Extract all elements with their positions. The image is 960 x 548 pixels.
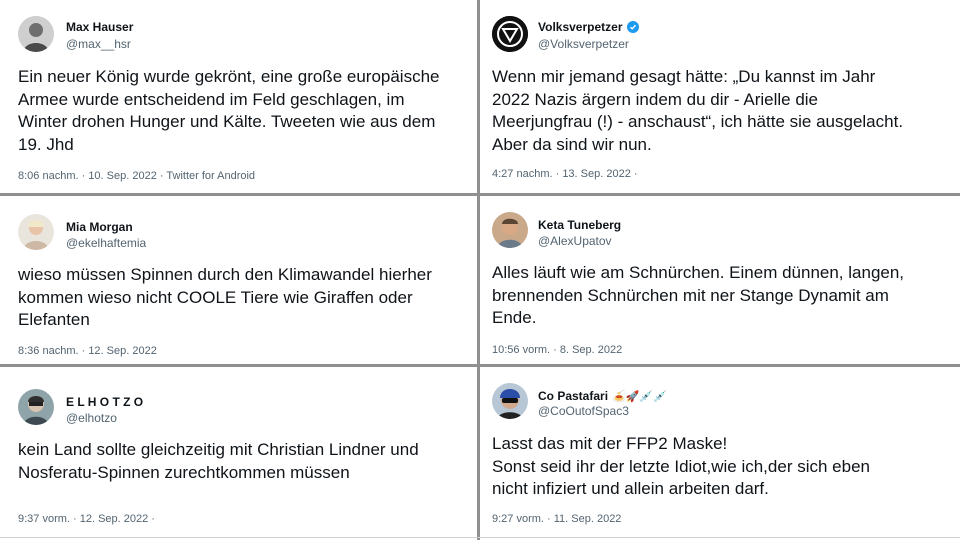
verified-badge-icon	[626, 21, 639, 33]
author-name[interactable]: Max Hauser	[66, 20, 133, 34]
author-name[interactable]: Mia Morgan	[66, 220, 133, 234]
triangle-logo-avatar[interactable]	[492, 16, 528, 52]
tweet-meta[interactable]: 9:27 vorm. · 11. Sep. 2022	[492, 513, 621, 525]
tweet-meta[interactable]: 10:56 vorm. · 8. Sep. 2022	[492, 344, 622, 356]
tweet-meta[interactable]: 8:36 nachm. · 12. Sep. 2022	[18, 345, 157, 357]
column-divider	[477, 0, 480, 540]
avatar[interactable]	[492, 383, 528, 419]
author-handle[interactable]: @Volksverpetzer	[538, 37, 629, 51]
author-handle[interactable]: @CoOutofSpac3	[538, 404, 629, 418]
author-name[interactable]: E L H O T Z O	[66, 395, 143, 409]
tweet-card-keta-tuneberg[interactable]: Keta Tuneberg @AlexUpatov Alles läuft wi…	[480, 196, 960, 364]
author-handle[interactable]: @max__hsr	[66, 37, 131, 51]
avatar[interactable]	[18, 16, 54, 52]
author-handle[interactable]: @AlexUpatov	[538, 234, 612, 248]
tweet-meta[interactable]: 9:37 vorm. · 12. Sep. 2022 ·	[18, 513, 155, 525]
tweet-card-elhotzo[interactable]: E L H O T Z O @elhotzo kein Land sollte …	[0, 367, 477, 537]
tweet-meta[interactable]: 4:27 nachm. · 13. Sep. 2022 ·	[492, 168, 638, 180]
row-divider	[0, 364, 960, 367]
avatar[interactable]	[18, 214, 54, 250]
tweet-card-co-pastafari[interactable]: Co Pastafari 🍝🚀💉💉 @CoOutofSpac3 Lasst da…	[480, 367, 960, 537]
tweet-text: wieso müssen Spinnen durch den Klimawand…	[18, 265, 432, 329]
tweet-card-max-hauser[interactable]: Max Hauser @max__hsr Ein neuer König wur…	[0, 0, 477, 193]
tweet-text: Lasst das mit der FFP2 Maske! Sonst seid…	[492, 434, 870, 498]
tweet-meta[interactable]: 8:06 nachm. · 10. Sep. 2022 · Twitter fo…	[18, 170, 255, 182]
tweet-card-volksverpetzer[interactable]: Volksverpetzer @Volksverpetzer Wenn mir …	[480, 0, 960, 193]
author-name[interactable]: Co Pastafari 🍝🚀💉💉	[538, 389, 667, 403]
tweet-text: Wenn mir jemand gesagt hätte: „Du kannst…	[492, 67, 904, 154]
tweet-card-mia-morgan[interactable]: Mia Morgan @ekelhaftemia wieso müssen Sp…	[0, 196, 477, 364]
avatar[interactable]	[18, 389, 54, 425]
tweet-text: Alles läuft wie am Schnürchen. Einem dün…	[492, 263, 905, 327]
name-emoji: 🍝🚀💉💉	[612, 390, 667, 403]
tweet-text: Ein neuer König wurde gekrönt, eine groß…	[18, 67, 440, 154]
author-handle[interactable]: @ekelhaftemia	[66, 236, 146, 250]
author-name[interactable]: Volksverpetzer	[538, 20, 639, 34]
author-name[interactable]: Keta Tuneberg	[538, 218, 621, 232]
row-divider	[0, 193, 960, 196]
author-handle[interactable]: @elhotzo	[66, 411, 117, 425]
tweet-text: kein Land sollte gleichzeitig mit Christ…	[18, 440, 419, 482]
avatar[interactable]	[492, 212, 528, 248]
bottom-divider	[0, 537, 960, 538]
